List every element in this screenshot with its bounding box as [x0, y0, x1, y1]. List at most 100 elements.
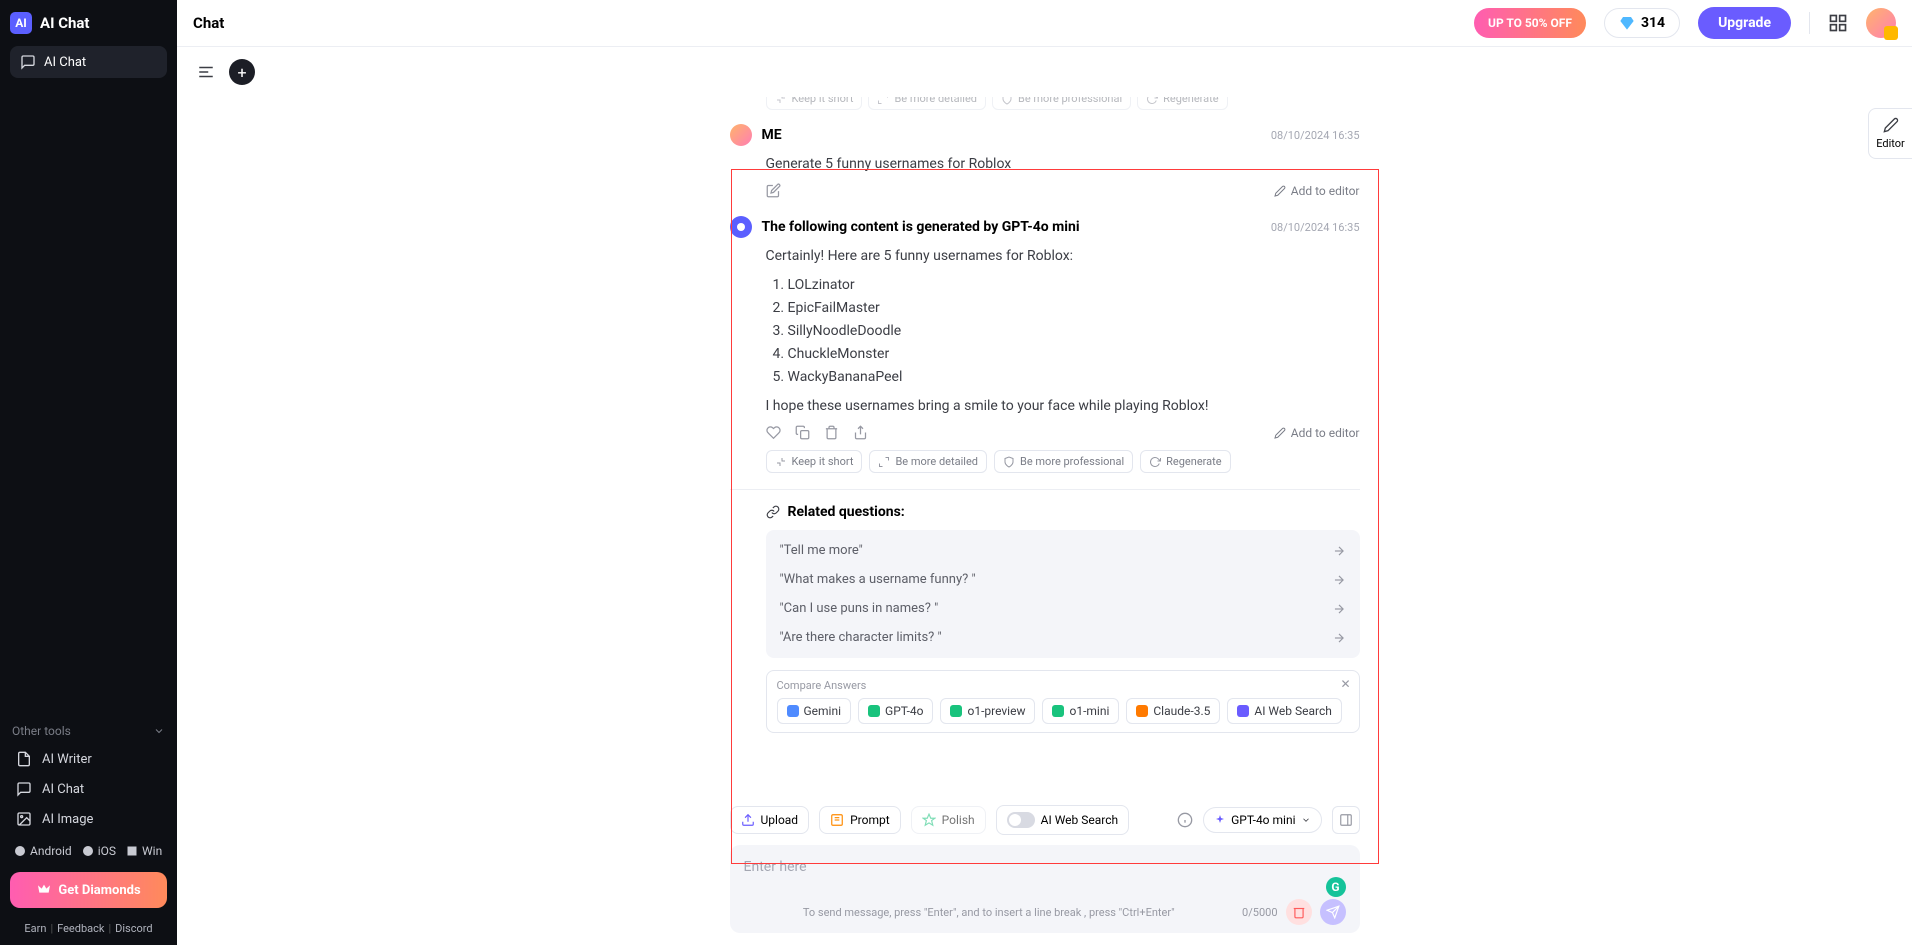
grammarly-icon[interactable]: G	[1326, 877, 1346, 897]
add-to-editor-button[interactable]: Add to editor	[1274, 426, 1360, 440]
related-question-item[interactable]: "Tell me more"	[766, 536, 1360, 565]
related-question-item[interactable]: "Are there character limits? "	[766, 623, 1360, 652]
add-to-editor-button[interactable]: Add to editor	[1274, 184, 1360, 198]
link-earn[interactable]: Earn	[24, 922, 46, 935]
claude-icon	[1136, 705, 1148, 717]
shrink-icon	[775, 456, 787, 468]
action-more-professional[interactable]: Be more professional	[992, 97, 1131, 110]
platform-android[interactable]: Android	[14, 844, 72, 858]
action-more-detail[interactable]: Be more detailed	[869, 450, 987, 473]
action-regenerate[interactable]: Regenerate	[1137, 97, 1227, 110]
shrink-icon	[775, 97, 787, 105]
trash-icon	[1292, 905, 1306, 919]
ai-message-body: Certainly! Here are 5 funny usernames fo…	[730, 246, 1360, 417]
model-gemini[interactable]: Gemini	[777, 698, 852, 724]
related-question-item[interactable]: "What makes a username funny? "	[766, 565, 1360, 594]
edit-icon[interactable]	[766, 183, 781, 198]
input-placeholder: Enter here	[744, 859, 1346, 875]
expand-icon	[878, 456, 890, 468]
tool-ai-chat[interactable]: AI Chat	[0, 774, 177, 804]
apps-grid-icon[interactable]	[1828, 13, 1848, 33]
platform-ios[interactable]: iOS	[82, 844, 116, 858]
message-input[interactable]: Enter here G To send message, press "Ent…	[730, 845, 1360, 933]
sidebar-toggle-button[interactable]	[193, 59, 219, 85]
chat-icon	[20, 54, 36, 70]
expand-icon	[877, 97, 889, 105]
diamonds-count[interactable]: 314	[1604, 8, 1680, 38]
related-question-item[interactable]: "Can I use puns in names? "	[766, 594, 1360, 623]
clear-button[interactable]	[1286, 899, 1312, 925]
user-avatar[interactable]	[1866, 8, 1896, 38]
upgrade-button[interactable]: Upgrade	[1698, 7, 1791, 39]
arrow-right-icon	[1332, 573, 1346, 587]
shield-icon	[1001, 97, 1013, 105]
action-keep-short[interactable]: Keep it short	[766, 97, 863, 110]
ai-message-time: 08/10/2024 16:35	[1271, 221, 1360, 234]
prompt-button[interactable]: Prompt	[819, 806, 901, 834]
model-selector[interactable]: GPT-4o mini	[1203, 807, 1321, 833]
link-feedback[interactable]: Feedback	[57, 922, 104, 935]
prev-message-actions-peek: Keep it short Be more detailed Be more p…	[730, 97, 1360, 110]
app-logo-row: AI AI Chat	[0, 0, 177, 46]
polish-icon	[922, 813, 936, 827]
sidebar-item-label: AI Chat	[44, 55, 86, 70]
image-icon	[16, 811, 32, 827]
user-avatar-small	[730, 124, 752, 146]
get-diamonds-button[interactable]: Get Diamonds	[10, 872, 167, 908]
upload-button[interactable]: Upload	[730, 806, 810, 834]
main-area: Chat UP TO 50% OFF 314 Upgrade + Keep it…	[177, 0, 1912, 945]
link-discord[interactable]: Discord	[115, 922, 152, 935]
model-gpt4o[interactable]: GPT-4o	[858, 698, 933, 724]
arrow-right-icon	[1332, 544, 1346, 558]
input-hint: To send message, press "Enter", and to i…	[744, 906, 1235, 919]
pencil-icon	[1883, 117, 1899, 133]
panel-toggle-button[interactable]	[1332, 806, 1360, 834]
editor-tab[interactable]: Editor	[1868, 108, 1912, 159]
model-o1-preview[interactable]: o1-preview	[940, 698, 1035, 724]
delete-icon[interactable]	[824, 425, 839, 440]
panel-icon	[1339, 813, 1353, 827]
action-keep-short[interactable]: Keep it short	[766, 450, 863, 473]
tool-ai-writer[interactable]: AI Writer	[0, 744, 177, 774]
action-more-professional[interactable]: Be more professional	[994, 450, 1133, 473]
chevron-down-icon	[1301, 815, 1311, 825]
send-icon	[1326, 905, 1340, 919]
sidebar-item-ai-chat[interactable]: AI Chat	[10, 46, 167, 78]
info-icon[interactable]	[1177, 812, 1193, 828]
android-icon	[14, 845, 26, 857]
chevron-down-icon	[153, 725, 165, 737]
like-icon[interactable]	[766, 425, 781, 440]
action-regenerate[interactable]: Regenerate	[1140, 450, 1230, 473]
sidebar: AI AI Chat AI Chat Other tools AI Writer…	[0, 0, 177, 945]
page-title: Chat	[193, 14, 224, 32]
new-chat-button[interactable]: +	[229, 59, 255, 85]
ai-action-row: Keep it short Be more detailed Be more p…	[730, 450, 1360, 473]
polish-button[interactable]: Polish	[911, 806, 986, 834]
model-web-search[interactable]: AI Web Search	[1227, 698, 1341, 724]
user-message-time: 08/10/2024 16:35	[1271, 129, 1360, 142]
chat-toolbar: +	[177, 47, 1912, 97]
pencil-icon	[1274, 185, 1286, 197]
tool-ai-image[interactable]: AI Image	[0, 804, 177, 834]
compare-close-button[interactable]: ✕	[1340, 677, 1350, 691]
web-search-toggle[interactable]: AI Web Search	[996, 805, 1129, 835]
promo-button[interactable]: UP TO 50% OFF	[1474, 8, 1586, 38]
user-message-text: Generate 5 funny usernames for Roblox	[730, 154, 1360, 175]
apple-icon	[82, 845, 94, 857]
action-more-detail[interactable]: Be more detailed	[868, 97, 986, 110]
send-button[interactable]	[1320, 899, 1346, 925]
app-logo-icon: AI	[10, 12, 32, 34]
share-icon[interactable]	[853, 425, 868, 440]
model-claude[interactable]: Claude-3.5	[1126, 698, 1220, 724]
input-zone: Upload Prompt Polish AI Web Search GPT-4…	[730, 805, 1360, 933]
sparkle-icon	[1214, 814, 1226, 826]
link-icon	[766, 505, 780, 519]
model-o1-mini[interactable]: o1-mini	[1042, 698, 1119, 724]
prompt-icon	[830, 813, 844, 827]
collapse-icon	[197, 63, 215, 81]
refresh-icon	[1146, 97, 1158, 105]
platform-win[interactable]: Win	[126, 844, 162, 858]
other-tools-header[interactable]: Other tools	[0, 718, 177, 744]
openai-icon	[950, 705, 962, 717]
copy-icon[interactable]	[795, 425, 810, 440]
